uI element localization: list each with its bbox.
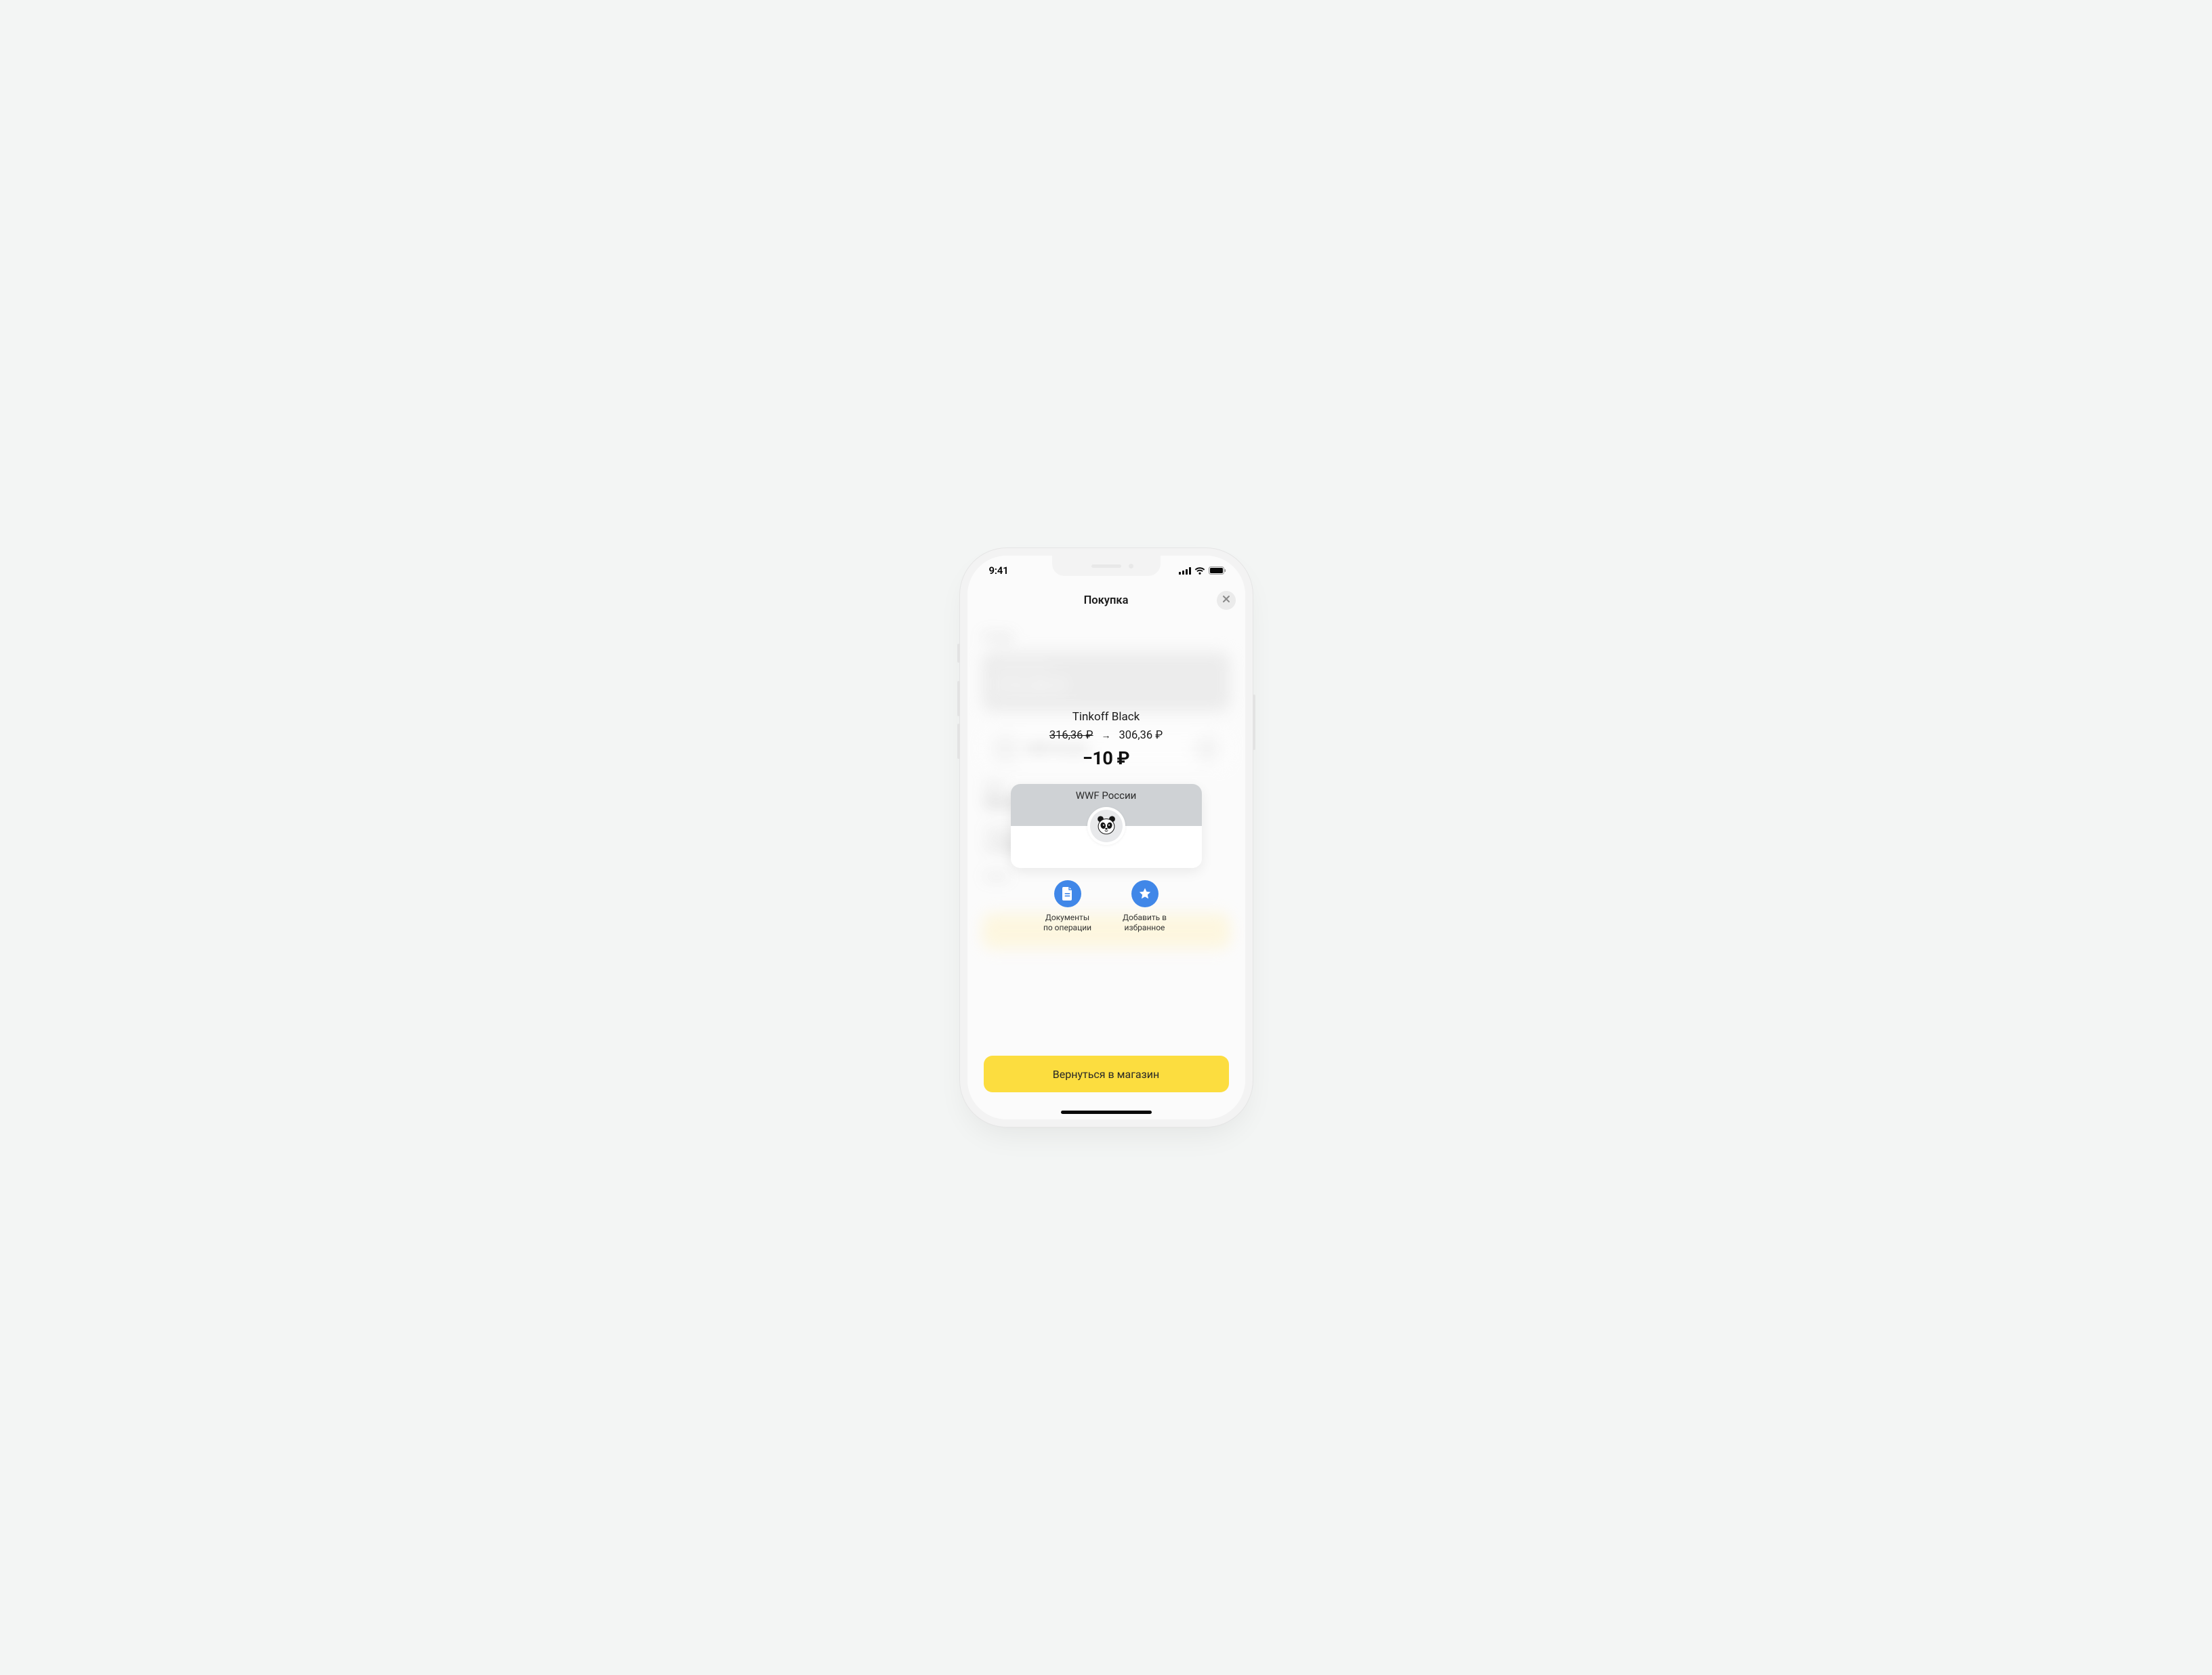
- actions-row: Документы по операции Добави: [1036, 880, 1177, 933]
- favorite-button[interactable]: Добавить в избранное: [1113, 880, 1177, 933]
- cellular-icon: [1179, 564, 1191, 577]
- merchant-name: WWF России: [1076, 789, 1137, 802]
- account-name: Tinkoff Black: [1072, 710, 1140, 724]
- merchant-card: WWF России: [1011, 784, 1202, 868]
- bottom-area: Вернуться в магазин: [967, 1056, 1245, 1119]
- result-sheet: Tinkoff Black 316,36 ₽ → 306,36 ₽ −10 ₽ …: [967, 615, 1245, 1119]
- wifi-icon: [1194, 564, 1205, 577]
- close-icon: [1222, 595, 1230, 606]
- home-indicator: [1061, 1111, 1152, 1114]
- canvas: 9:41: [680, 515, 1532, 1160]
- amount-delta: −10 ₽: [1083, 747, 1129, 769]
- close-button[interactable]: [1217, 591, 1236, 610]
- account-block: Tinkoff Black 316,36 ₽ → 306,36 ₽ −10 ₽ …: [984, 710, 1229, 933]
- document-icon: [1054, 880, 1081, 907]
- arrow-right-icon: →: [1102, 730, 1111, 741]
- primary-button-label: Вернуться в магазин: [1053, 1068, 1159, 1081]
- header-title: Покупка: [1084, 594, 1129, 607]
- balance-before: 316,36 ₽: [1049, 729, 1093, 742]
- front-camera: [1129, 564, 1133, 568]
- volume-up-button: [957, 681, 960, 716]
- speaker-grill: [1091, 564, 1121, 568]
- status-icons: [1179, 564, 1226, 577]
- balance-line: 316,36 ₽ → 306,36 ₽: [1049, 729, 1163, 742]
- panda-icon: [1090, 810, 1123, 842]
- volume-down-button: [957, 724, 960, 759]
- notch: [1052, 556, 1161, 576]
- battery-icon: [1209, 564, 1226, 577]
- favorite-label: Добавить в избранное: [1123, 913, 1167, 933]
- documents-button[interactable]: Документы по операции: [1036, 880, 1100, 933]
- return-to-store-button[interactable]: Вернуться в магазин: [984, 1056, 1229, 1092]
- balance-after: 306,36 ₽: [1119, 729, 1163, 742]
- header: Покупка: [967, 585, 1245, 615]
- documents-label: Документы по операции: [1043, 913, 1091, 933]
- mute-switch: [957, 644, 960, 663]
- star-icon: [1131, 880, 1159, 907]
- status-time: 9:41: [989, 564, 1009, 577]
- merchant-logo: [1087, 807, 1125, 845]
- phone-frame: 9:41: [967, 556, 1245, 1119]
- power-button: [1253, 695, 1255, 750]
- screen: 9:41: [967, 556, 1245, 1119]
